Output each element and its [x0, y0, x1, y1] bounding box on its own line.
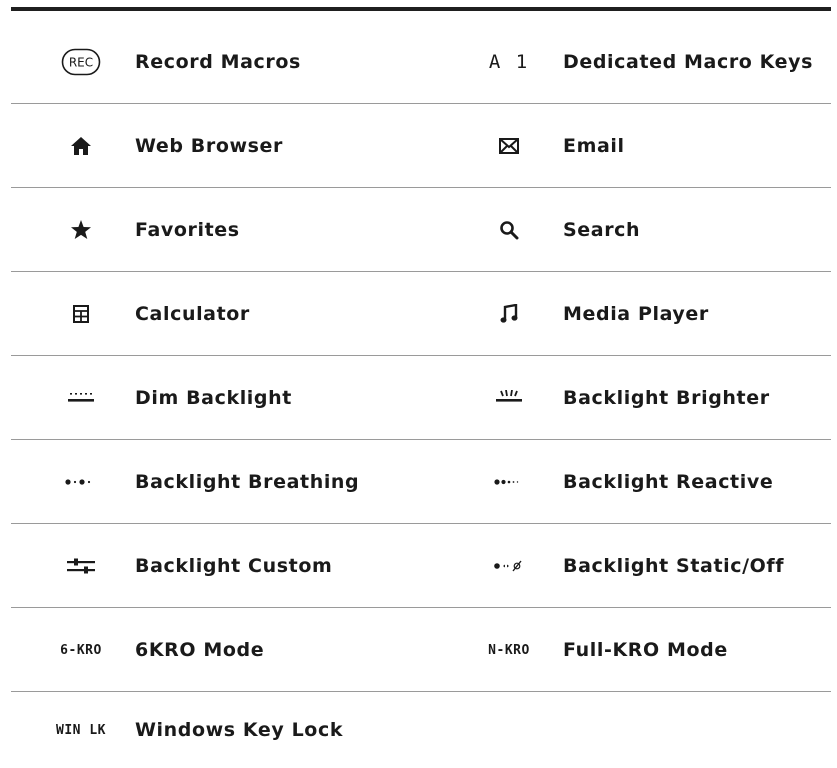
table-row: Dim Backlight Backlight Brighter: [11, 356, 831, 440]
a1-icon: A 1: [474, 20, 544, 104]
reactive-icon: [474, 440, 544, 524]
a1-icon-text: A 1: [488, 51, 530, 73]
breathing-icon: [46, 440, 116, 524]
6kro-mode-label: 6KRO Mode: [135, 639, 265, 661]
table-row: Backlight Breathing Backlight Reactive: [11, 440, 831, 524]
table-row: Favorites Search: [11, 188, 831, 272]
media-player-label: Media Player: [563, 303, 709, 325]
record-macros-label: Record Macros: [135, 51, 301, 73]
table-row: Web Browser Email: [11, 104, 831, 188]
star-icon: [46, 188, 116, 272]
6kro-icon-text: 6-KRO: [60, 642, 102, 658]
top-rule: [11, 7, 831, 11]
email-label: Email: [563, 135, 625, 157]
calculator-icon: [46, 272, 116, 356]
windows-key-lock-label: Windows Key Lock: [135, 719, 344, 741]
backlight-custom-label: Backlight Custom: [135, 555, 333, 577]
favorites-label: Favorites: [135, 219, 240, 241]
home-icon: [46, 104, 116, 188]
dedicated-macro-keys-label: Dedicated Macro Keys: [563, 51, 814, 73]
table-row: WIN LK Windows Key Lock: [11, 692, 831, 742]
table-row: 6-KRO 6KRO Mode N-KRO Full-KRO Mode: [11, 608, 831, 692]
web-browser-label: Web Browser: [135, 135, 284, 157]
backlight-static-off-label: Backlight Static/Off: [563, 555, 785, 577]
static-off-icon: [474, 524, 544, 608]
search-label: Search: [563, 219, 641, 241]
dim-backlight-icon: [46, 356, 116, 440]
sliders-icon: [46, 524, 116, 608]
music-note-icon: [474, 272, 544, 356]
dim-backlight-label: Dim Backlight: [135, 387, 292, 409]
backlight-reactive-label: Backlight Reactive: [563, 471, 774, 493]
calculator-label: Calculator: [135, 303, 250, 325]
nkro-icon: N-KRO: [474, 608, 544, 692]
svg-text:REC: REC: [69, 56, 93, 70]
full-kro-mode-label: Full-KRO Mode: [563, 639, 728, 661]
backlight-brighter-label: Backlight Brighter: [563, 387, 770, 409]
table-row: REC Record Macros A 1 Dedicated Macro Ke…: [11, 20, 831, 104]
rec-icon: REC: [46, 20, 116, 104]
backlight-breathing-label: Backlight Breathing: [135, 471, 360, 493]
table-row: Calculator Media Player: [11, 272, 831, 356]
win-lock-icon: WIN LK: [46, 692, 116, 768]
6kro-icon: 6-KRO: [46, 608, 116, 692]
win-lock-icon-text: WIN LK: [56, 722, 106, 738]
envelope-icon: [474, 104, 544, 188]
bright-backlight-icon: [474, 356, 544, 440]
search-icon: [474, 188, 544, 272]
nkro-icon-text: N-KRO: [488, 642, 530, 658]
table-row: Backlight Custom Backlight Static/Off: [11, 524, 831, 608]
